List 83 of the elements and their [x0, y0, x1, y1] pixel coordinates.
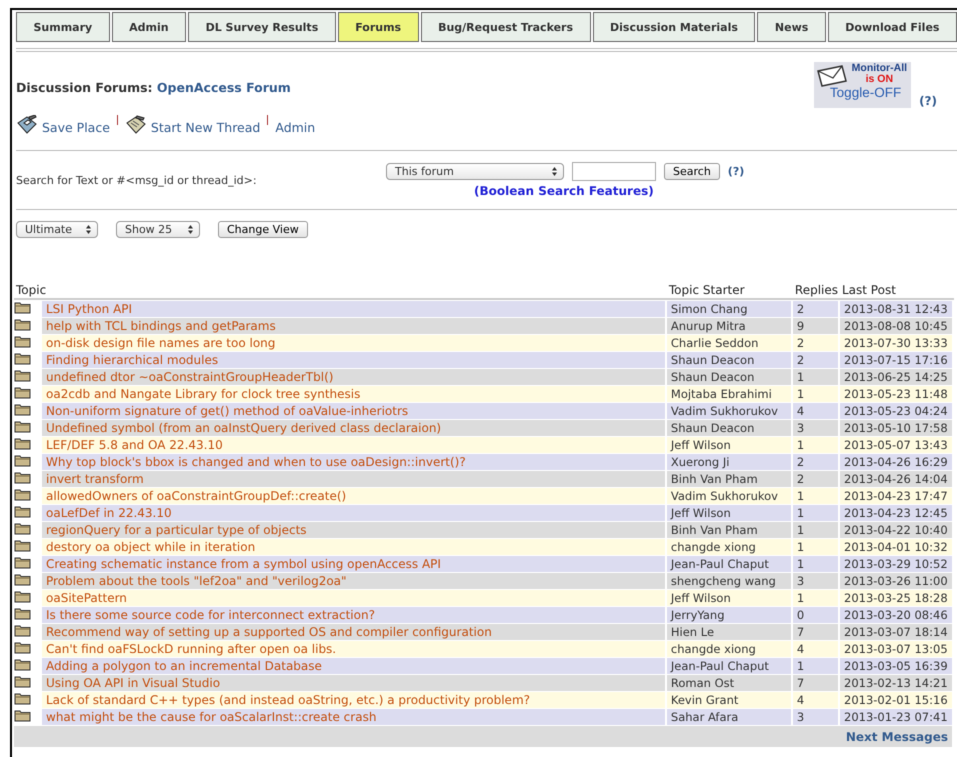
help-link[interactable]: (?) [728, 165, 744, 178]
topic-link[interactable]: Problem about the tools "lef2oa" and "verilog2oa" [46, 574, 347, 588]
topic-link[interactable]: oa2cdb and Nangate Library for clock tree synthesis [46, 387, 360, 401]
boolean-search-link[interactable]: (Boolean Search Features) [474, 184, 654, 198]
topic-link[interactable]: undefined dtor ~oaConstraintGroupHeaderTbl() [46, 370, 334, 384]
topic-link[interactable]: help with TCL bindings and getParams [46, 319, 276, 333]
monitor-title: Monitor-All [852, 62, 908, 74]
nav-tab[interactable]: Download Files [828, 12, 957, 42]
monitor-status: is ON [866, 74, 894, 85]
action-link[interactable]: Start New Thread [124, 115, 260, 135]
topic-link[interactable]: on-disk design file names are too long [46, 336, 276, 350]
sort-select[interactable]: Ultimate [16, 221, 98, 238]
topic-link[interactable]: Non-uniform signature of get() method of oaValue-inheriotrs [46, 404, 408, 418]
topic-link[interactable]: what might be the cause for oaScalarInst::create crash [46, 710, 376, 724]
topic-link[interactable]: Lack of standard C++ types (and instead oaString, etc.) a productivity problem? [46, 693, 530, 707]
page-title: Discussion Forums: [16, 80, 153, 95]
search-label: Search for Text or #<msg_id or thread_id>: [16, 174, 258, 186]
topic-link[interactable]: Creating schematic instance from a symbol using openAccess API [46, 557, 441, 571]
action-link[interactable]: Admin [275, 120, 316, 135]
topic-link[interactable]: allowedOwners of oaConstraintGroupDef::create() [46, 489, 346, 503]
folder-icon [14, 692, 31, 705]
topic-link[interactable]: oaSitePattern [46, 591, 127, 605]
topic-link[interactable]: Is there some source code for interconnect extraction? [46, 608, 375, 622]
pad-pencil-icon [124, 115, 147, 135]
folder-icon [14, 420, 31, 433]
folder-icon [14, 573, 31, 586]
search-button[interactable]: Search [664, 163, 720, 180]
folder-icon [14, 590, 31, 603]
folder-icon [14, 335, 31, 348]
search-field[interactable] [572, 162, 656, 181]
topic-link[interactable]: Why top block's bbox is changed and when to use oaDesign::invert()? [46, 455, 466, 469]
forum-link[interactable]: OpenAccess Forum [156, 80, 291, 95]
nav-tab[interactable]: News [757, 12, 826, 42]
nav-tab[interactable]: Summary [16, 12, 110, 42]
folder-icon [14, 403, 31, 416]
topic-link[interactable]: Recommend way of setting up a supported OS and compiler configuration [46, 625, 492, 639]
topic-link[interactable]: regionQuery for a particular type of objects [46, 523, 307, 537]
folder-icon [14, 301, 31, 314]
topic-link[interactable]: Undefined symbol (from an oaInstQuery derived class declaraion) [46, 421, 442, 435]
folder-icon [14, 488, 31, 501]
next-messages-link[interactable]: Next Messages [846, 730, 948, 744]
topic-link[interactable]: Using OA API in Visual Studio [46, 676, 220, 690]
topic-link[interactable]: LEF/DEF 5.8 and OA 22.43.10 [46, 438, 223, 452]
nav-tab[interactable]: Discussion Materials [592, 12, 756, 42]
change-view-button[interactable]: Change View [218, 221, 308, 238]
topic-link[interactable]: Finding hierarchical modules [46, 353, 218, 367]
action-link[interactable]: Save Place [16, 115, 110, 135]
folder-icon [14, 539, 31, 552]
folder-icon [14, 624, 31, 637]
folder-icon [14, 522, 31, 535]
folder-icon [14, 658, 31, 671]
folder-icon [14, 607, 31, 620]
folder-icon [14, 318, 31, 331]
folder-icon [14, 437, 31, 450]
help-link[interactable]: (?) [919, 94, 937, 108]
stepper-icon [188, 225, 193, 234]
stepper-icon [86, 225, 91, 234]
topic-link[interactable]: destory oa object while in iteration [46, 540, 256, 554]
envelope-icon [817, 65, 848, 87]
topic-link[interactable]: Adding a polygon to an incremental Database [46, 659, 322, 673]
topic-link[interactable]: oaLefDef in 22.43.10 [46, 506, 172, 520]
folder-icon [14, 386, 31, 399]
page-size-select[interactable]: Show 25 [116, 221, 200, 238]
folder-icon [14, 709, 31, 722]
topic-link[interactable]: invert transform [46, 472, 144, 486]
topic-link[interactable]: LSI Python API [46, 302, 132, 316]
folder-icon [14, 505, 31, 518]
folder-icon [14, 369, 31, 382]
stepper-icon [552, 167, 557, 176]
topic-link[interactable]: Can't find oaFSLockD running after open oa libs. [46, 642, 336, 656]
folder-icon [14, 556, 31, 569]
nav-tab[interactable]: DL Survey Results [188, 12, 336, 42]
folder-icon [14, 471, 31, 484]
scope-select[interactable]: This forum [386, 163, 564, 180]
nav-tab[interactable]: Bug/Request Trackers [420, 12, 591, 42]
folder-icon [14, 675, 31, 688]
folder-icon [14, 352, 31, 365]
folder-icon [14, 641, 31, 654]
disk-pencil-icon [16, 115, 38, 135]
folder-icon [14, 454, 31, 467]
nav-tab[interactable]: Forums [338, 12, 419, 42]
nav-tab[interactable]: Admin [112, 12, 186, 42]
toggle-link[interactable]: Toggle-OFF [830, 85, 902, 101]
